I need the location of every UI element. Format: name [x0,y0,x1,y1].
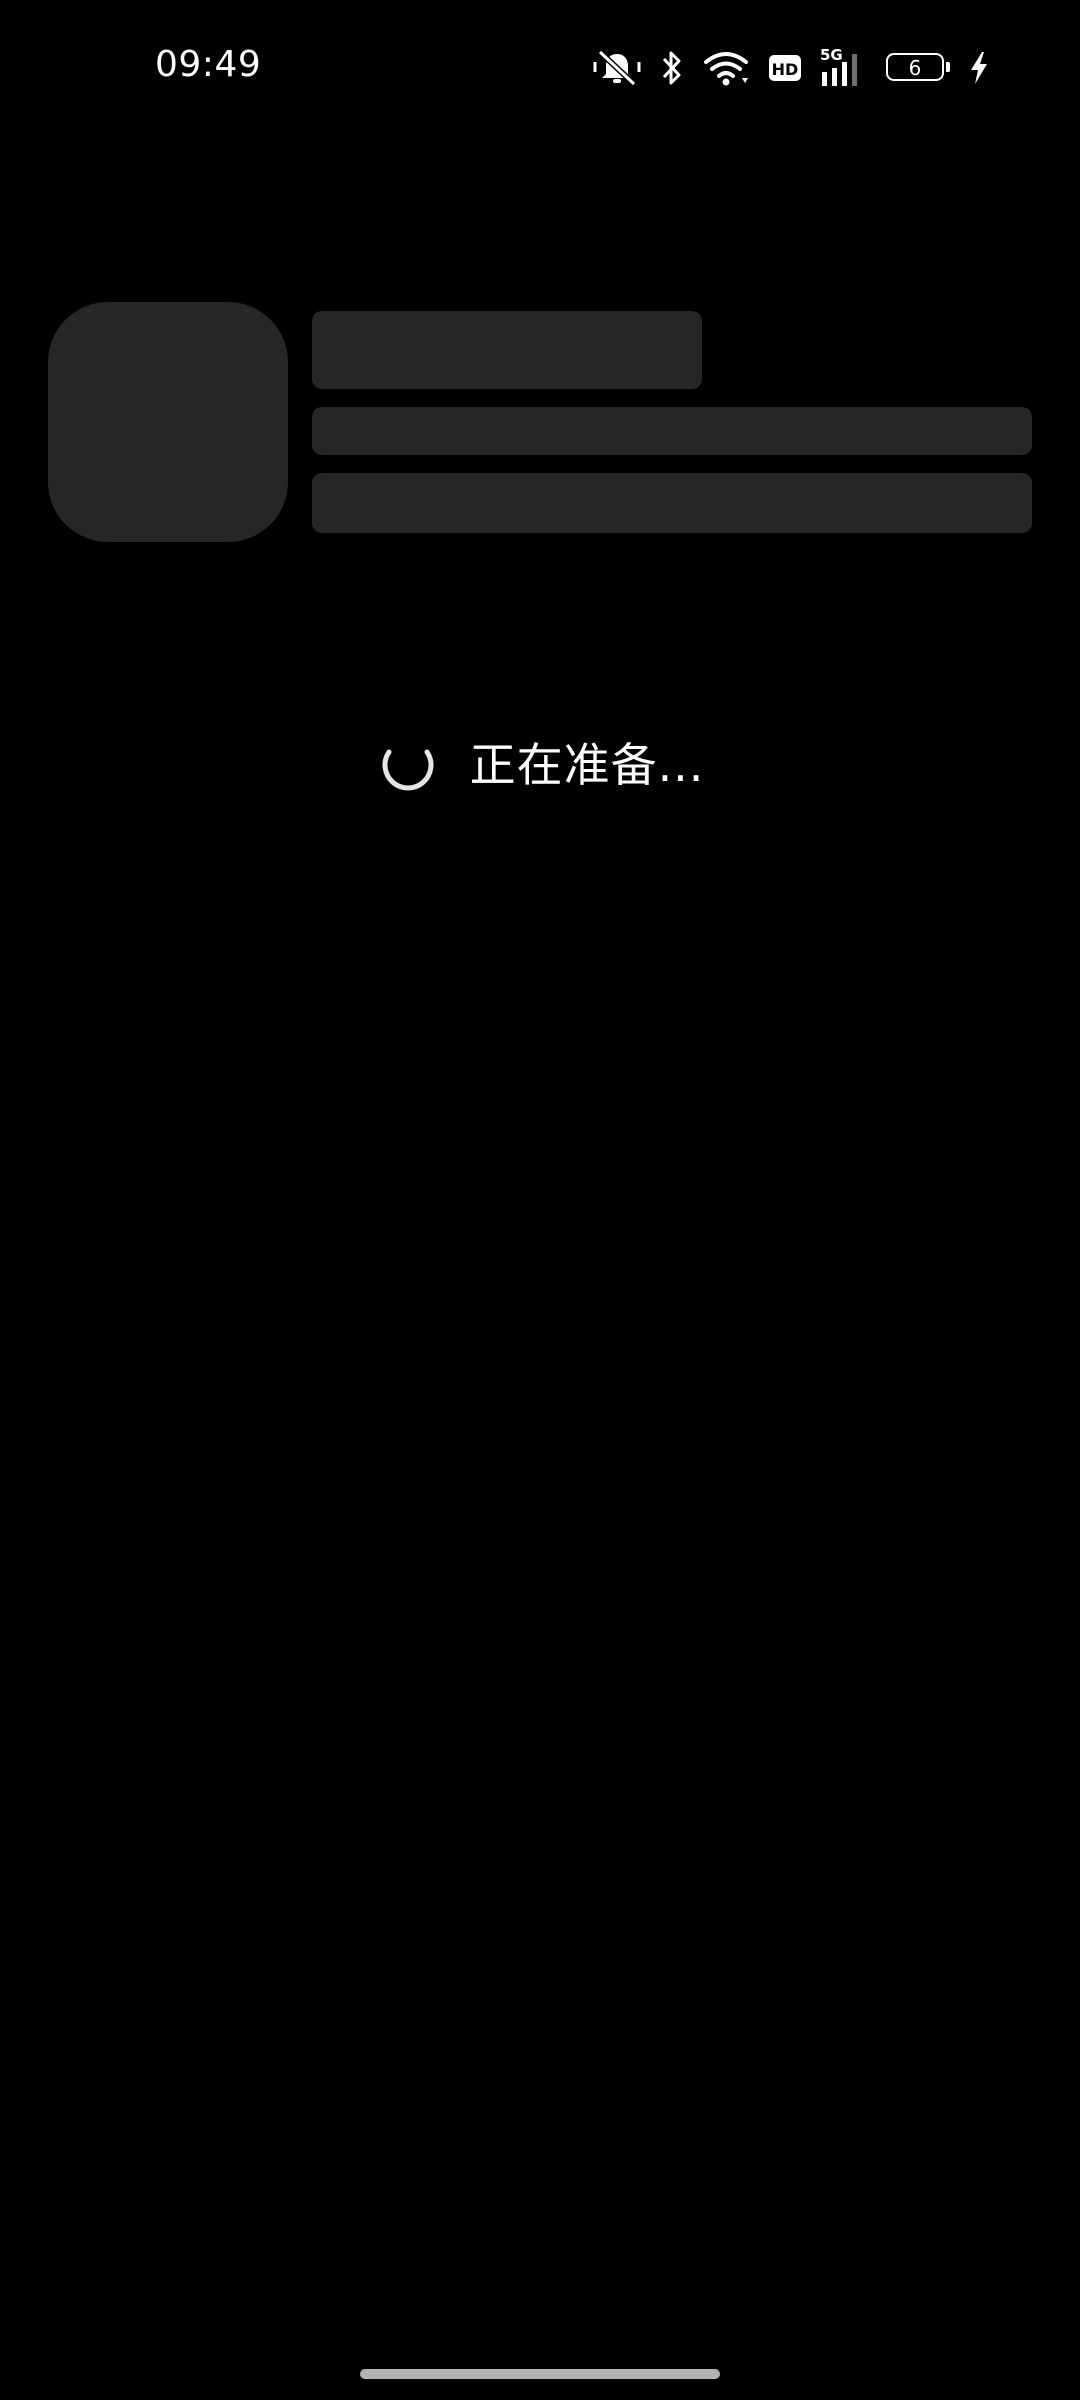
app-title-placeholder [312,311,702,389]
home-gesture-bar[interactable] [360,2369,720,2379]
mute-icon [592,48,642,88]
app-info-placeholder-2 [312,473,1032,533]
status-bar: 09:49 HD 5G 6 [0,0,1080,140]
hd-label: HD [772,60,799,79]
battery-icon: 6 [886,53,950,83]
bluetooth-icon [660,48,684,88]
app-icon-placeholder [48,302,288,542]
status-time: 09:49 [155,44,262,85]
loading-indicator: 正在准备... [0,722,1080,802]
signal-icon: 5G [820,46,868,90]
battery-level: 6 [908,56,922,80]
charging-icon [968,50,990,86]
wifi-icon [702,48,750,88]
hd-icon: HD [768,53,802,83]
loading-text: 正在准备... [469,738,705,792]
app-info-placeholder-1 [312,407,1032,455]
status-icons: HD 5G 6 [592,46,990,90]
loading-spinner-icon [376,730,440,794]
network-type-label: 5G [820,46,843,64]
